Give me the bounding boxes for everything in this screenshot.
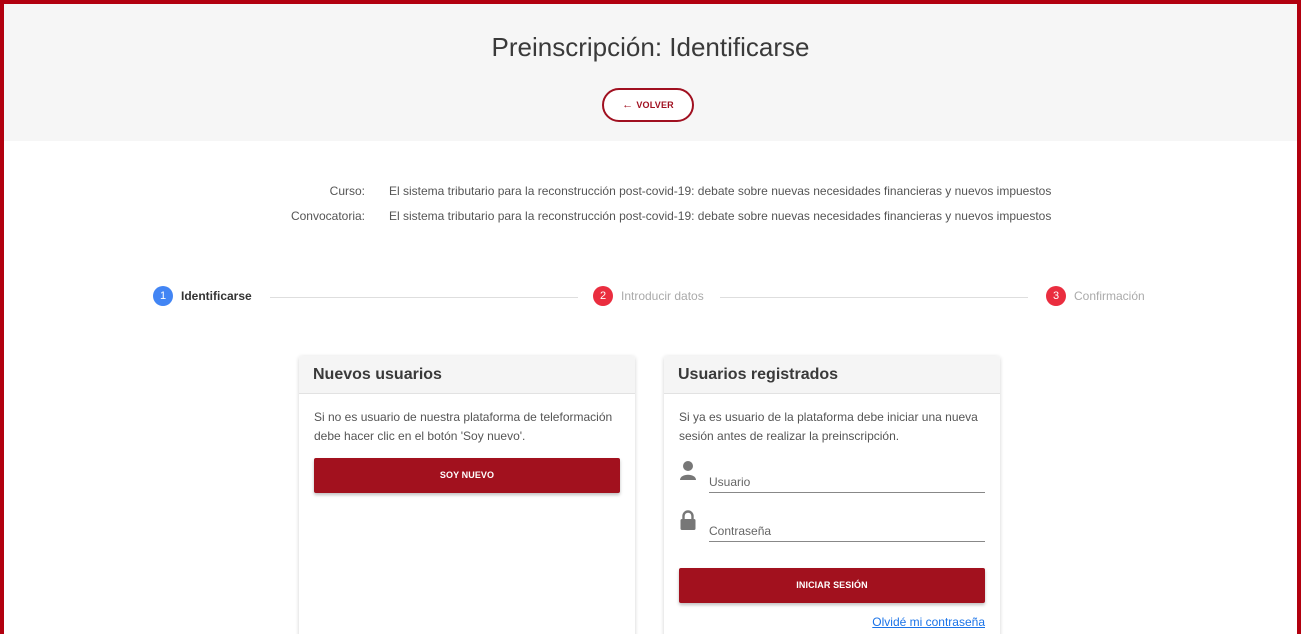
arrow-left-icon: ← xyxy=(622,99,634,111)
registered-users-card: Usuarios registrados Si ya es usuario de… xyxy=(664,356,1000,634)
step-3-number: 3 xyxy=(1046,286,1066,306)
password-field xyxy=(679,509,985,549)
course-label: Curso: xyxy=(329,184,365,198)
registered-users-description: Si ya es usuario de la plataforma debe i… xyxy=(679,410,978,443)
new-users-description: Si no es usuario de nuestra plataforma d… xyxy=(314,410,613,443)
step-1-label: Identificarse xyxy=(181,289,252,303)
new-users-title: Nuevos usuarios xyxy=(299,356,635,394)
page-frame: Preinscripción: Identificarse ← VOLVER C… xyxy=(0,0,1301,634)
soy-nuevo-button[interactable]: SOY NUEVO xyxy=(314,458,620,493)
user-icon xyxy=(679,460,697,482)
stepper-connector xyxy=(720,297,1028,298)
stepper: 1 Identificarse 2 Introducir datos 3 Con… xyxy=(4,286,1297,308)
page-title: Preinscripción: Identificarse xyxy=(491,32,810,62)
call-label: Convocatoria: xyxy=(290,209,365,223)
course-value: El sistema tributario para la reconstruc… xyxy=(389,184,1052,198)
step-3-label: Confirmación xyxy=(1074,289,1145,303)
username-input[interactable] xyxy=(709,470,985,493)
step-2-number: 2 xyxy=(593,286,613,306)
password-input[interactable] xyxy=(709,519,985,542)
registered-users-title: Usuarios registrados xyxy=(664,356,1000,394)
step-2-label: Introducir datos xyxy=(621,289,704,303)
forgot-password-link[interactable]: Olvidé mi contraseña xyxy=(872,615,985,629)
login-button[interactable]: INICIAR SESIÓN xyxy=(679,568,985,603)
call-value: El sistema tributario para la reconstruc… xyxy=(389,209,1052,223)
step-1-number: 1 xyxy=(153,286,173,306)
username-field xyxy=(679,460,985,500)
back-button[interactable]: ← VOLVER xyxy=(602,88,694,122)
back-button-label: VOLVER xyxy=(636,100,674,110)
page-header: Preinscripción: Identificarse ← VOLVER xyxy=(4,4,1297,141)
lock-icon xyxy=(679,509,697,531)
new-users-card: Nuevos usuarios Si no es usuario de nues… xyxy=(299,356,635,634)
stepper-connector xyxy=(270,297,578,298)
